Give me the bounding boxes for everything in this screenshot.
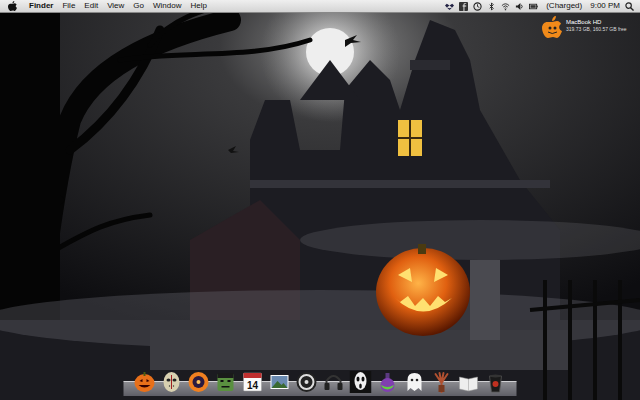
apple-icon[interactable] [8, 1, 17, 11]
claw-icon[interactable] [431, 371, 453, 393]
disk-item[interactable]: MacBook HD 319.73 GB, 160.57 GB free [542, 16, 627, 38]
dock: 14 [124, 371, 517, 396]
dropbox-icon[interactable] [445, 2, 454, 11]
menu-item[interactable]: Edit [84, 0, 98, 12]
clock[interactable]: 9:00 PM [590, 0, 620, 12]
menu-item[interactable]: Window [153, 0, 181, 12]
hockey-mask-icon[interactable] [161, 371, 183, 393]
menu-item[interactable]: Go [133, 0, 144, 12]
facebook-icon[interactable] [459, 2, 468, 11]
volume-icon[interactable] [515, 2, 524, 11]
calendar-icon[interactable]: 14 [242, 371, 264, 393]
svg-text:14: 14 [247, 380, 259, 391]
wallpaper [0, 0, 640, 400]
photo-icon[interactable] [269, 371, 291, 393]
battery-icon[interactable] [529, 2, 538, 11]
ghost-icon[interactable] [404, 371, 426, 393]
pumpkin-icon[interactable] [134, 371, 156, 393]
timemachine-icon[interactable] [473, 2, 482, 11]
disc-icon[interactable] [188, 371, 210, 393]
wifi-icon[interactable] [501, 2, 510, 11]
desktop: Finder File Edit View Go Window Help (Charged… [0, 0, 640, 400]
monster-icon[interactable] [215, 371, 237, 393]
potion-icon[interactable] [377, 371, 399, 393]
menu-item[interactable]: File [62, 0, 75, 12]
book-icon[interactable] [458, 371, 480, 393]
app-menu[interactable]: Finder [29, 0, 53, 12]
dock-shelf [124, 381, 517, 396]
menu-bar: Finder File Edit View Go Window Help (Charged… [0, 0, 640, 13]
disk-info: 319.73 GB, 160.57 GB free [566, 26, 627, 33]
menu-item[interactable]: View [107, 0, 124, 12]
apple-disk-icon [542, 16, 562, 38]
spotlight-icon[interactable] [625, 2, 634, 11]
clock-icon[interactable] [296, 371, 318, 393]
disk-name: MacBook HD [566, 18, 627, 26]
trash-icon[interactable] [485, 371, 507, 393]
scream-icon[interactable] [350, 371, 372, 393]
battery-status[interactable]: (Charged) [546, 0, 582, 12]
headphones-icon[interactable] [323, 371, 345, 393]
bluetooth-icon[interactable] [487, 2, 496, 11]
menu-item[interactable]: Help [190, 0, 206, 12]
